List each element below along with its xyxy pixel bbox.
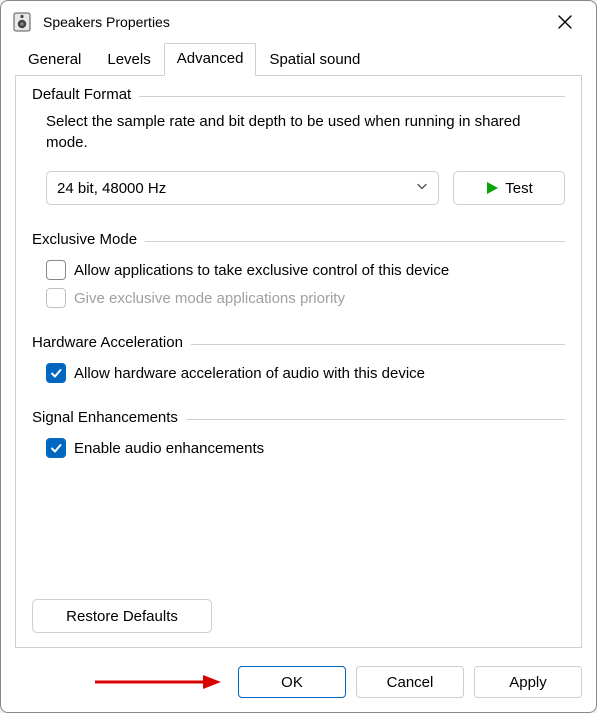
speaker-icon [11,11,33,33]
checkbox-allow-exclusive-label: Allow applications to take exclusive con… [74,262,449,279]
group-title-exclusive-mode: Exclusive Mode [32,231,145,248]
play-icon [485,181,499,195]
group-exclusive-mode: Exclusive Mode Allow applications to tak… [32,241,565,324]
format-select[interactable]: 24 bit, 48000 Hz [46,171,439,205]
checkbox-hardware-accel-label: Allow hardware acceleration of audio wit… [74,365,425,382]
checkbox-icon [46,438,66,458]
tab-spatial[interactable]: Spatial sound [256,44,373,76]
close-button[interactable] [544,4,586,40]
group-title-default-format: Default Format [32,86,139,103]
tab-strip: General Levels Advanced Spatial sound [1,43,596,76]
titlebar: Speakers Properties [1,1,596,43]
test-button-label: Test [505,180,533,197]
checkbox-allow-exclusive[interactable]: Allow applications to take exclusive con… [46,256,565,284]
apply-button[interactable]: Apply [474,666,582,698]
tab-content-advanced: Default Format Select the sample rate an… [15,76,582,648]
ok-button[interactable]: OK [238,666,346,698]
tab-advanced[interactable]: Advanced [164,43,257,76]
dialog-button-bar: OK Cancel Apply [1,660,596,712]
group-title-hardware-acceleration: Hardware Acceleration [32,334,191,351]
test-button[interactable]: Test [453,171,565,205]
format-select-value: 24 bit, 48000 Hz [57,180,166,197]
default-format-description: Select the sample rate and bit depth to … [46,111,557,153]
close-icon [558,15,572,29]
ok-button-label: OK [281,674,303,691]
group-hardware-acceleration: Hardware Acceleration Allow hardware acc… [32,344,565,399]
tab-general[interactable]: General [15,44,94,76]
cancel-button-label: Cancel [387,674,434,691]
restore-defaults-button[interactable]: Restore Defaults [32,599,212,633]
checkbox-audio-enhancements[interactable]: Enable audio enhancements [46,434,565,462]
group-title-signal-enhancements: Signal Enhancements [32,409,186,426]
checkbox-icon [46,260,66,280]
annotation-arrow [15,672,228,692]
apply-button-label: Apply [509,674,547,691]
checkbox-exclusive-priority: Give exclusive mode applications priorit… [46,284,565,312]
group-default-format: Default Format Select the sample rate an… [32,96,565,221]
checkbox-icon [46,288,66,308]
checkbox-audio-enhancements-label: Enable audio enhancements [74,440,264,457]
tab-levels[interactable]: Levels [94,44,163,76]
restore-defaults-label: Restore Defaults [66,608,178,625]
group-signal-enhancements: Signal Enhancements Enable audio enhance… [32,419,565,474]
checkbox-exclusive-priority-label: Give exclusive mode applications priorit… [74,290,345,307]
checkbox-hardware-accel[interactable]: Allow hardware acceleration of audio wit… [46,359,565,387]
cancel-button[interactable]: Cancel [356,666,464,698]
speakers-properties-dialog: Speakers Properties General Levels Advan… [0,0,597,713]
window-title: Speakers Properties [43,14,544,30]
checkbox-icon [46,363,66,383]
